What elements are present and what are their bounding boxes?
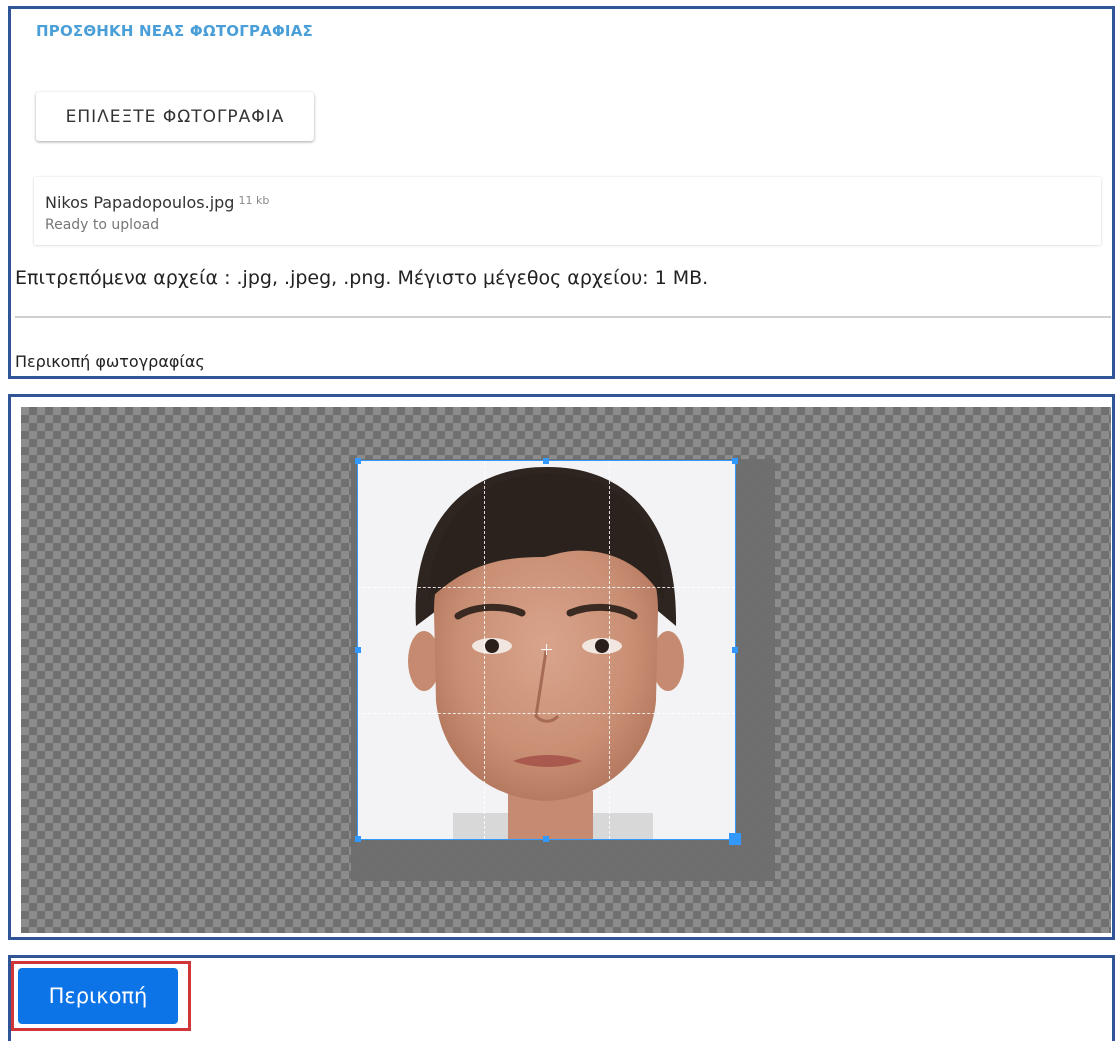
cropper-panel [8,394,1115,940]
crop-guide-vertical [484,461,485,839]
crop-handle-s[interactable] [543,836,549,842]
allowed-files-info: Επιτρεπόμενα αρχεία : .jpg, .jpeg, .png.… [15,267,709,289]
file-name-row: Nikos Papadopoulos.jpg 11 kb [45,193,269,212]
crop-handle-e[interactable] [732,647,738,653]
crop-handle-w[interactable] [355,647,361,653]
crop-guide-horizontal [358,713,735,714]
file-size: 11 kb [238,194,270,207]
crop-box[interactable] [357,460,736,840]
file-name: Nikos Papadopoulos.jpg [45,193,235,212]
upload-title: ΠΡΟΣΘΗΚΗ ΝΕΑΣ ΦΩΤΟΓΡΑΦΙΑΣ [36,22,313,40]
crop-button[interactable]: Περικοπή [18,968,178,1024]
action-panel: Περικοπή [8,955,1115,1041]
crop-button-highlight: Περικοπή [11,961,191,1031]
file-status: Ready to upload [45,217,160,233]
crop-canvas[interactable] [21,407,1111,933]
divider [15,316,1111,318]
crop-handle-nw[interactable] [355,458,361,464]
upload-panel: ΠΡΟΣΘΗΚΗ ΝΕΑΣ ΦΩΤΟΓΡΑΦΙΑΣ ΕΠΙΛΕΞΤΕ ΦΩΤΟΓ… [8,6,1115,379]
crop-handle-sw[interactable] [355,836,361,842]
crop-handle-ne[interactable] [732,458,738,464]
crop-section-label: Περικοπή φωτογραφίας [15,352,205,371]
choose-photo-button[interactable]: ΕΠΙΛΕΞΤΕ ΦΩΤΟΓΡΑΦΙΑ [36,92,314,141]
crop-handle-n[interactable] [543,458,549,464]
crop-guide-vertical [609,461,610,839]
file-item: Nikos Papadopoulos.jpg 11 kb Ready to upl… [34,177,1101,245]
crop-handle-se[interactable] [729,833,741,845]
crop-center-icon [539,642,554,657]
crop-guide-horizontal [358,587,735,588]
